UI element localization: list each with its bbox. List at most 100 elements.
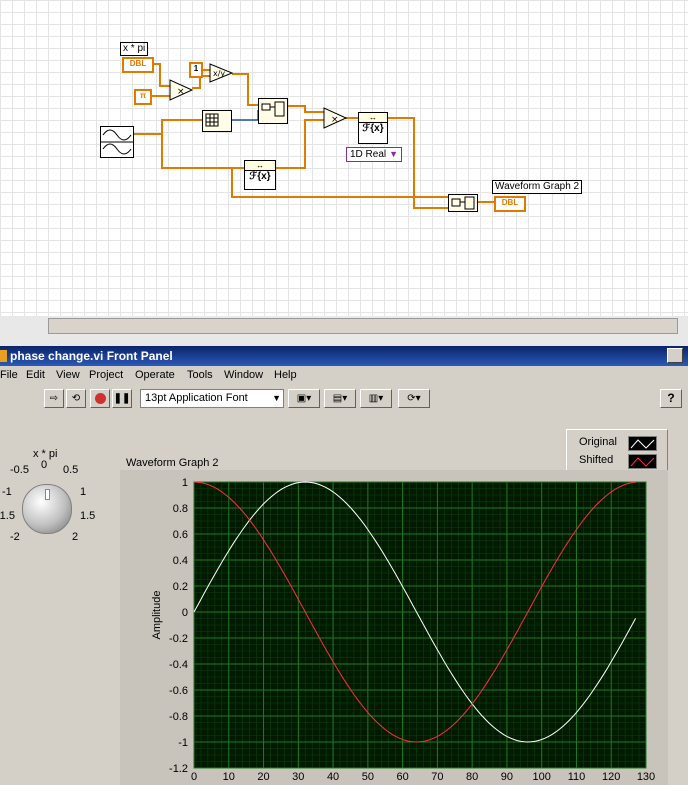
font-select-value: 13pt Application Font <box>145 392 248 404</box>
xpi-control-terminal[interactable]: DBL <box>122 57 154 73</box>
x-tick-label-6: 60 <box>396 771 408 783</box>
reorder-icon: ⟳▾ <box>407 393 421 404</box>
plot-style-icon-2 <box>630 457 655 467</box>
knob-tick-minus-1-5: -1.5 <box>0 510 15 522</box>
knob-tick-0: 0 <box>41 459 48 471</box>
menu-view[interactable]: View <box>56 369 80 381</box>
waveform-generator-node[interactable] <box>100 126 134 158</box>
array-subset-node[interactable] <box>202 110 232 132</box>
knob-pointer <box>45 489 50 500</box>
window-title: phase change.vi Front Panel <box>10 349 173 363</box>
reorder-button[interactable]: ⟳▾ <box>398 389 430 408</box>
fft-label-2: ℱ{x} <box>249 171 271 182</box>
x-tick-label-7: 70 <box>431 771 443 783</box>
diagram-scrollbar[interactable] <box>0 316 688 346</box>
bundle-array-node[interactable] <box>448 194 478 212</box>
pi-constant[interactable]: π <box>134 89 152 105</box>
help-button[interactable]: ? <box>660 389 682 408</box>
vi-icon <box>0 350 7 362</box>
enum-dropdown-icon: ▼ <box>389 149 399 159</box>
help-icon: ? <box>667 391 675 405</box>
run-arrow-icon: ⇨ <box>49 393 59 404</box>
divide-symbol: x/y <box>213 69 225 78</box>
x-tick-label-4: 40 <box>327 771 339 783</box>
resize-icon: ▥▾ <box>368 393 384 404</box>
run-button[interactable]: ⇨ <box>44 389 64 408</box>
array-icon <box>205 113 219 127</box>
menu-edit[interactable]: Edit <box>26 369 45 381</box>
graph-indicator-terminal[interactable]: DBL <box>494 196 526 212</box>
align-objects-button[interactable]: ▣▾ <box>288 389 320 408</box>
y-tick-label-2: 0.6 <box>173 529 188 541</box>
multiply-symbol-1: × <box>177 87 185 97</box>
xpi-knob[interactable] <box>22 484 72 534</box>
menu-operate[interactable]: Operate <box>135 369 175 381</box>
build-array-icon <box>261 101 285 117</box>
menu-window[interactable]: Window <box>224 369 263 381</box>
y-tick-label-3: 0.4 <box>173 555 188 567</box>
menu-tools[interactable]: Tools <box>187 369 213 381</box>
plot-style-icon <box>630 439 655 449</box>
legend-original-swatch[interactable] <box>628 436 657 451</box>
stop-icon <box>94 393 106 404</box>
y-tick-label-8: -0.6 <box>169 685 188 697</box>
waveform-chart[interactable]: 0 10 20 30 40 50 60 70 80 90 100 110 120 130 1 0.8 0.6 0.… <box>120 470 668 785</box>
knob-tick-1: 1 <box>80 486 87 498</box>
x-tick-label-11: 110 <box>568 771 586 783</box>
one-constant[interactable]: 1 <box>189 62 203 78</box>
x-tick-label-1: 10 <box>223 771 235 783</box>
x-tick-label-2: 20 <box>257 771 269 783</box>
front-panel[interactable]: x * pi -0.5 0 0.5 -1 1 -1.5 1.5 -2 2 Ori… <box>0 412 688 785</box>
distribute-objects-button[interactable]: ▤▾ <box>324 389 356 408</box>
pause-button[interactable]: ❚❚ <box>112 389 132 408</box>
sine-wave-icon <box>101 129 133 155</box>
fft-label-1: ℱ{x} <box>362 123 384 134</box>
minimize-button[interactable] <box>667 348 683 363</box>
knob-tick-minus-2: -2 <box>10 531 20 543</box>
y-axis-label: Amplitude <box>151 591 163 640</box>
fft-node-2[interactable]: ↔ ℱ{x} <box>244 160 276 190</box>
y-tick-label-10: -1 <box>178 737 188 749</box>
scrollbar-track[interactable] <box>48 318 678 334</box>
window-titlebar[interactable]: phase change.vi Front Panel <box>0 346 688 366</box>
legend-shifted-swatch[interactable] <box>628 454 657 469</box>
y-tick-label-0: 1 <box>182 477 188 489</box>
x-tick-label-5: 50 <box>362 771 374 783</box>
pause-icon: ❚❚ <box>113 393 131 404</box>
x-tick-label-0: 0 <box>191 771 197 783</box>
toolbar: ⇨ ⟲ ❚❚ 13pt Application Font ▼ ▣▾ ▤▾ ▥▾ ⟳… <box>0 386 688 413</box>
fft-mode-value: 1D Real <box>350 149 387 160</box>
build-array-node[interactable] <box>258 98 288 124</box>
y-tick-label-7: -0.4 <box>169 659 188 671</box>
legend-shifted[interactable]: Shifted <box>579 454 613 466</box>
legend-original[interactable]: Original <box>579 436 617 448</box>
knob-tick-minus-1: -1 <box>2 486 12 498</box>
run-continuously-button[interactable]: ⟲ <box>66 389 86 408</box>
fft-mode-enum[interactable]: 1D Real ▼ <box>346 147 403 162</box>
font-select[interactable]: 13pt Application Font ▼ <box>140 389 284 408</box>
run-continuous-icon: ⟲ <box>71 393 81 404</box>
resize-objects-button[interactable]: ▥▾ <box>360 389 392 408</box>
knob-tick-2: 2 <box>72 531 79 543</box>
fft-arrow-icon: ↔ <box>359 113 387 123</box>
fft-node-1[interactable]: ↔ ℱ{x} <box>358 112 388 144</box>
chevron-down-icon: ▼ <box>272 393 281 403</box>
knob-tick-1-5: 1.5 <box>80 510 96 522</box>
plot-legend[interactable]: Original Shifted <box>566 429 668 473</box>
menu-help[interactable]: Help <box>274 369 297 381</box>
abort-button[interactable] <box>90 389 110 408</box>
dbl-terminal-text: DBL <box>129 59 147 68</box>
legend-shifted-label: Shifted <box>579 454 614 466</box>
x-tick-label-8: 80 <box>466 771 478 783</box>
block-diagram[interactable]: × × x/y x * pi DBL π 1 ↔ ℱ{x} 1D Real ▼ ↔… <box>0 0 688 316</box>
graph-indicator-label: Waveform Graph 2 <box>492 180 583 194</box>
y-tick-label-4: 0.2 <box>173 581 188 593</box>
y-tick-label-11: -1.2 <box>169 763 188 775</box>
menu-project[interactable]: Project <box>89 369 123 381</box>
knob-tick-0-5: 0.5 <box>63 464 79 476</box>
waveform-graph[interactable]: 0 10 20 30 40 50 60 70 80 90 100 110 120 130 1 0.8 0.6 0.… <box>120 470 668 785</box>
menu-file[interactable]: File <box>0 369 18 381</box>
distribute-icon: ▤▾ <box>332 393 348 404</box>
x-tick-label-12: 120 <box>602 771 620 783</box>
graph-title: Waveform Graph 2 <box>126 457 219 469</box>
